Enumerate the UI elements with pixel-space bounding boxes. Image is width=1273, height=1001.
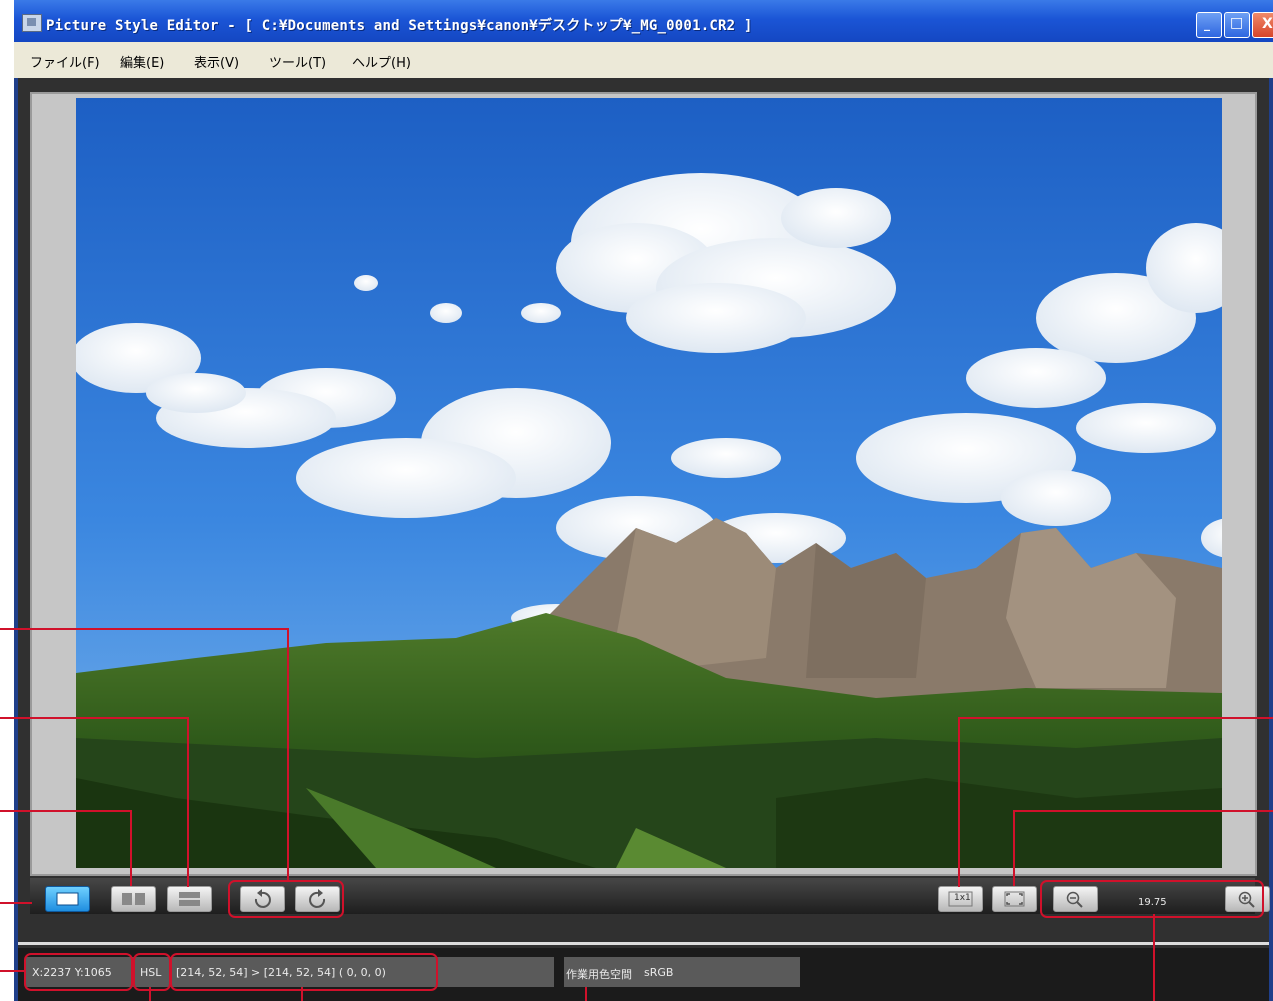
- image-viewer: [30, 92, 1257, 876]
- leader-color-mode-v: [149, 987, 151, 1001]
- color-space-value: sRGB: [644, 966, 674, 979]
- app-icon[interactable]: [22, 14, 42, 32]
- single-view-button[interactable]: [45, 886, 90, 912]
- leader-zoom-v: [1153, 914, 1155, 1001]
- leader-fit-window-v: [1013, 810, 1015, 886]
- top-bottom-icon: [179, 892, 200, 906]
- leader-rotate-h: [0, 628, 289, 630]
- app-window: Picture Style Editor - [ C:¥Documents an…: [14, 0, 1273, 1001]
- leader-top-bottom-v: [187, 717, 189, 887]
- client-area: 1x1 19.75 X:2237 Y:1065 HSL [214, 52, 54…: [18, 78, 1270, 1001]
- top-bottom-button[interactable]: [167, 886, 212, 912]
- leader-color-space-v: [585, 987, 587, 1001]
- leader-side-by-side-h: [0, 810, 132, 812]
- leader-side-by-side-v: [130, 810, 132, 886]
- leader-actual-size-v: [958, 717, 960, 887]
- leader-coordinates-h: [0, 970, 24, 972]
- color-space-label: 作業用色空間: [566, 968, 632, 981]
- leader-fit-window-h: [1013, 810, 1273, 812]
- preview-image[interactable]: [76, 98, 1222, 868]
- leader-top-bottom-h: [0, 717, 189, 719]
- side-by-side-button[interactable]: [111, 886, 156, 912]
- side-by-side-icon: [122, 893, 145, 905]
- title-bar[interactable]: Picture Style Editor - [ C:¥Documents an…: [14, 0, 1273, 42]
- callout-color-values: [170, 953, 438, 991]
- menu-tools[interactable]: ツール(T): [269, 52, 326, 71]
- menu-edit[interactable]: 編集(E): [120, 52, 164, 71]
- actual-size-button[interactable]: 1x1: [938, 886, 983, 912]
- separator: [18, 942, 1269, 945]
- callout-color-mode: [133, 953, 171, 991]
- menu-help[interactable]: ヘルプ(H): [352, 52, 411, 71]
- leader-single-view-h: [0, 902, 32, 904]
- maximize-button[interactable]: □: [1224, 12, 1250, 38]
- single-image-icon: [56, 892, 79, 906]
- leader-actual-size-h: [958, 717, 1273, 719]
- leader-color-values-v: [301, 987, 303, 1001]
- callout-rotate-buttons: [228, 880, 344, 918]
- window-title: Picture Style Editor - [ C:¥Documents an…: [46, 18, 753, 34]
- callout-zoom-controls: [1040, 880, 1264, 918]
- menu-bar: ファイル(F) 編集(E) 表示(V) ツール(T) ヘルプ(H): [14, 42, 1273, 78]
- menu-view[interactable]: 表示(V): [194, 52, 239, 71]
- close-button[interactable]: X: [1252, 12, 1273, 38]
- leader-rotate-v: [287, 628, 289, 880]
- fit-window-icon: [1004, 891, 1025, 907]
- fit-window-button[interactable]: [992, 886, 1037, 912]
- callout-coordinates: [24, 953, 133, 991]
- menu-file[interactable]: ファイル(F): [30, 52, 100, 71]
- minimize-button[interactable]: _: [1196, 12, 1222, 38]
